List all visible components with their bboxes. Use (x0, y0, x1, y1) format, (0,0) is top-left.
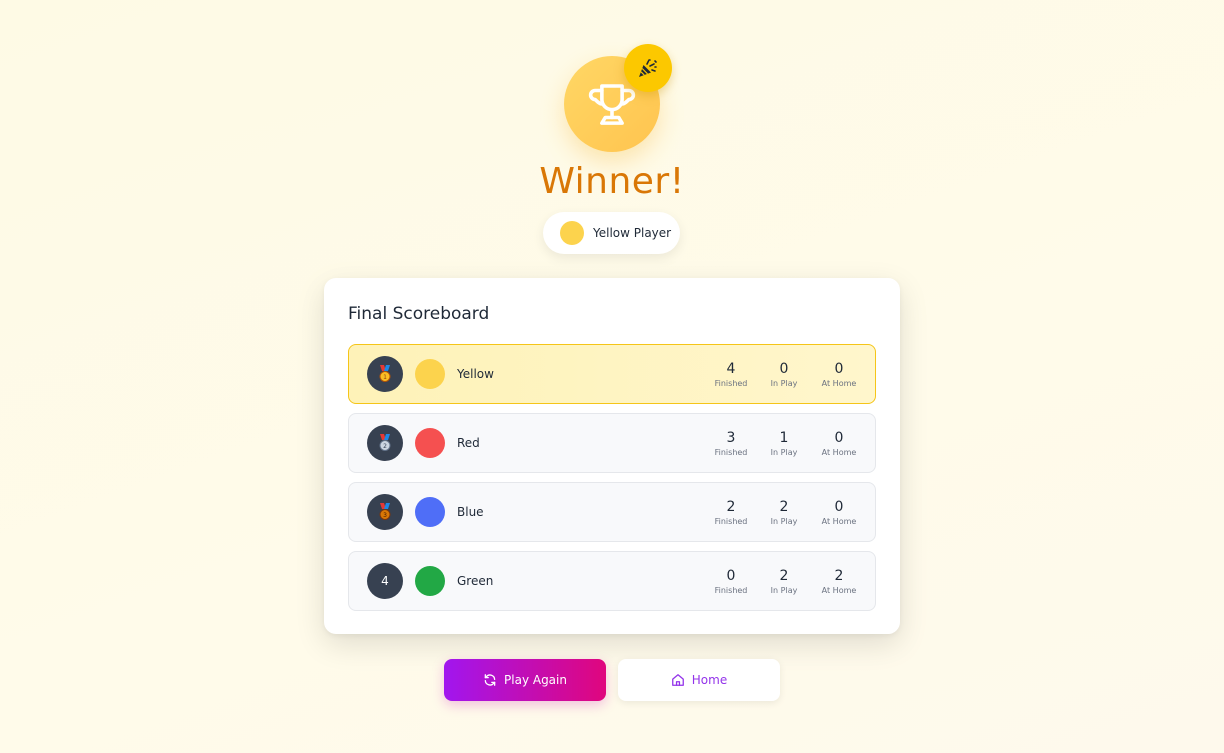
stat-in-play: 2 In Play (759, 568, 809, 597)
stat-finished-label: Finished (714, 448, 748, 457)
scoreboard-row: 3 Blue 2 Finished 2 In Play 0 At Home (348, 482, 876, 542)
stat-finished-value: 4 (726, 361, 736, 377)
stat-finished-label: Finished (714, 517, 748, 526)
player-name: Green (457, 574, 494, 588)
stat-in-play-label: In Play (770, 517, 798, 526)
play-again-label: Play Again (504, 673, 567, 687)
home-label: Home (691, 673, 728, 687)
stat-at-home: 0 At Home (814, 430, 864, 459)
stat-at-home: 2 At Home (814, 568, 864, 597)
trophy-badge (564, 44, 672, 152)
stat-finished: 4 Finished (706, 361, 756, 390)
stat-finished: 3 Finished (706, 430, 756, 459)
stat-in-play-value: 2 (779, 568, 789, 584)
home-icon (671, 673, 685, 687)
scoreboard-title: Final Scoreboard (348, 304, 490, 324)
player-name: Blue (457, 505, 484, 519)
player-color-dot (415, 497, 445, 527)
stat-at-home-label: At Home (821, 517, 857, 526)
stat-in-play-label: In Play (770, 379, 798, 388)
player-color-dot (415, 428, 445, 458)
winner-color-dot (560, 221, 584, 245)
stat-finished: 2 Finished (706, 499, 756, 528)
stat-at-home-value: 0 (834, 361, 844, 377)
player-color-dot (415, 359, 445, 389)
scoreboard-row: 1 Yellow 4 Finished 0 In Play 0 At Home (348, 344, 876, 404)
stat-finished-value: 2 (726, 499, 736, 515)
rank-badge: 1 (367, 356, 403, 392)
stat-at-home: 0 At Home (814, 499, 864, 528)
home-button[interactable]: Home (618, 659, 780, 701)
stat-in-play: 1 In Play (759, 430, 809, 459)
party-popper-icon (639, 59, 657, 77)
winner-title: Winner! (539, 161, 685, 202)
stat-in-play-value: 2 (779, 499, 789, 515)
stat-at-home-value: 0 (834, 430, 844, 446)
scoreboard-rows: 1 Yellow 4 Finished 0 In Play 0 At Home (348, 344, 876, 620)
player-name: Yellow (457, 367, 494, 381)
svg-text:3: 3 (383, 512, 387, 519)
svg-text:1: 1 (383, 374, 387, 381)
winner-player-pill: Yellow Player (543, 212, 680, 254)
play-again-button[interactable]: Play Again (444, 659, 606, 701)
refresh-icon (483, 673, 497, 687)
stat-at-home-value: 0 (834, 499, 844, 515)
stat-at-home-value: 2 (834, 568, 844, 584)
scoreboard-row: 2 Red 3 Finished 1 In Play 0 At Home (348, 413, 876, 473)
silver-medal-icon: 2 (379, 434, 391, 451)
bronze-medal-icon: 3 (379, 503, 391, 520)
stat-finished: 0 Finished (706, 568, 756, 597)
stat-in-play-label: In Play (770, 448, 798, 457)
stat-in-play-label: In Play (770, 586, 798, 595)
stat-at-home-label: At Home (821, 379, 857, 388)
final-scoreboard-card: Final Scoreboard 1 Yellow 4 Finished 0 I… (324, 278, 900, 634)
scoreboard-row: 4 Green 0 Finished 2 In Play 2 At Home (348, 551, 876, 611)
stat-in-play: 0 In Play (759, 361, 809, 390)
rank-badge: 3 (367, 494, 403, 530)
winner-player-name: Yellow Player (593, 226, 672, 240)
stat-finished-value: 0 (726, 568, 736, 584)
stat-in-play-value: 0 (779, 361, 789, 377)
player-name: Red (457, 436, 480, 450)
stat-in-play-value: 1 (779, 430, 789, 446)
stat-at-home-label: At Home (821, 448, 857, 457)
stat-at-home: 0 At Home (814, 361, 864, 390)
player-color-dot (415, 566, 445, 596)
stat-in-play: 2 In Play (759, 499, 809, 528)
stat-finished-value: 3 (726, 430, 736, 446)
stat-at-home-label: At Home (821, 586, 857, 595)
stat-finished-label: Finished (714, 586, 748, 595)
rank-badge: 2 (367, 425, 403, 461)
party-popper-badge (624, 44, 672, 92)
gold-medal-icon: 1 (379, 365, 391, 382)
stat-finished-label: Finished (714, 379, 748, 388)
svg-text:2: 2 (383, 443, 387, 450)
rank-badge: 4 (367, 563, 403, 599)
